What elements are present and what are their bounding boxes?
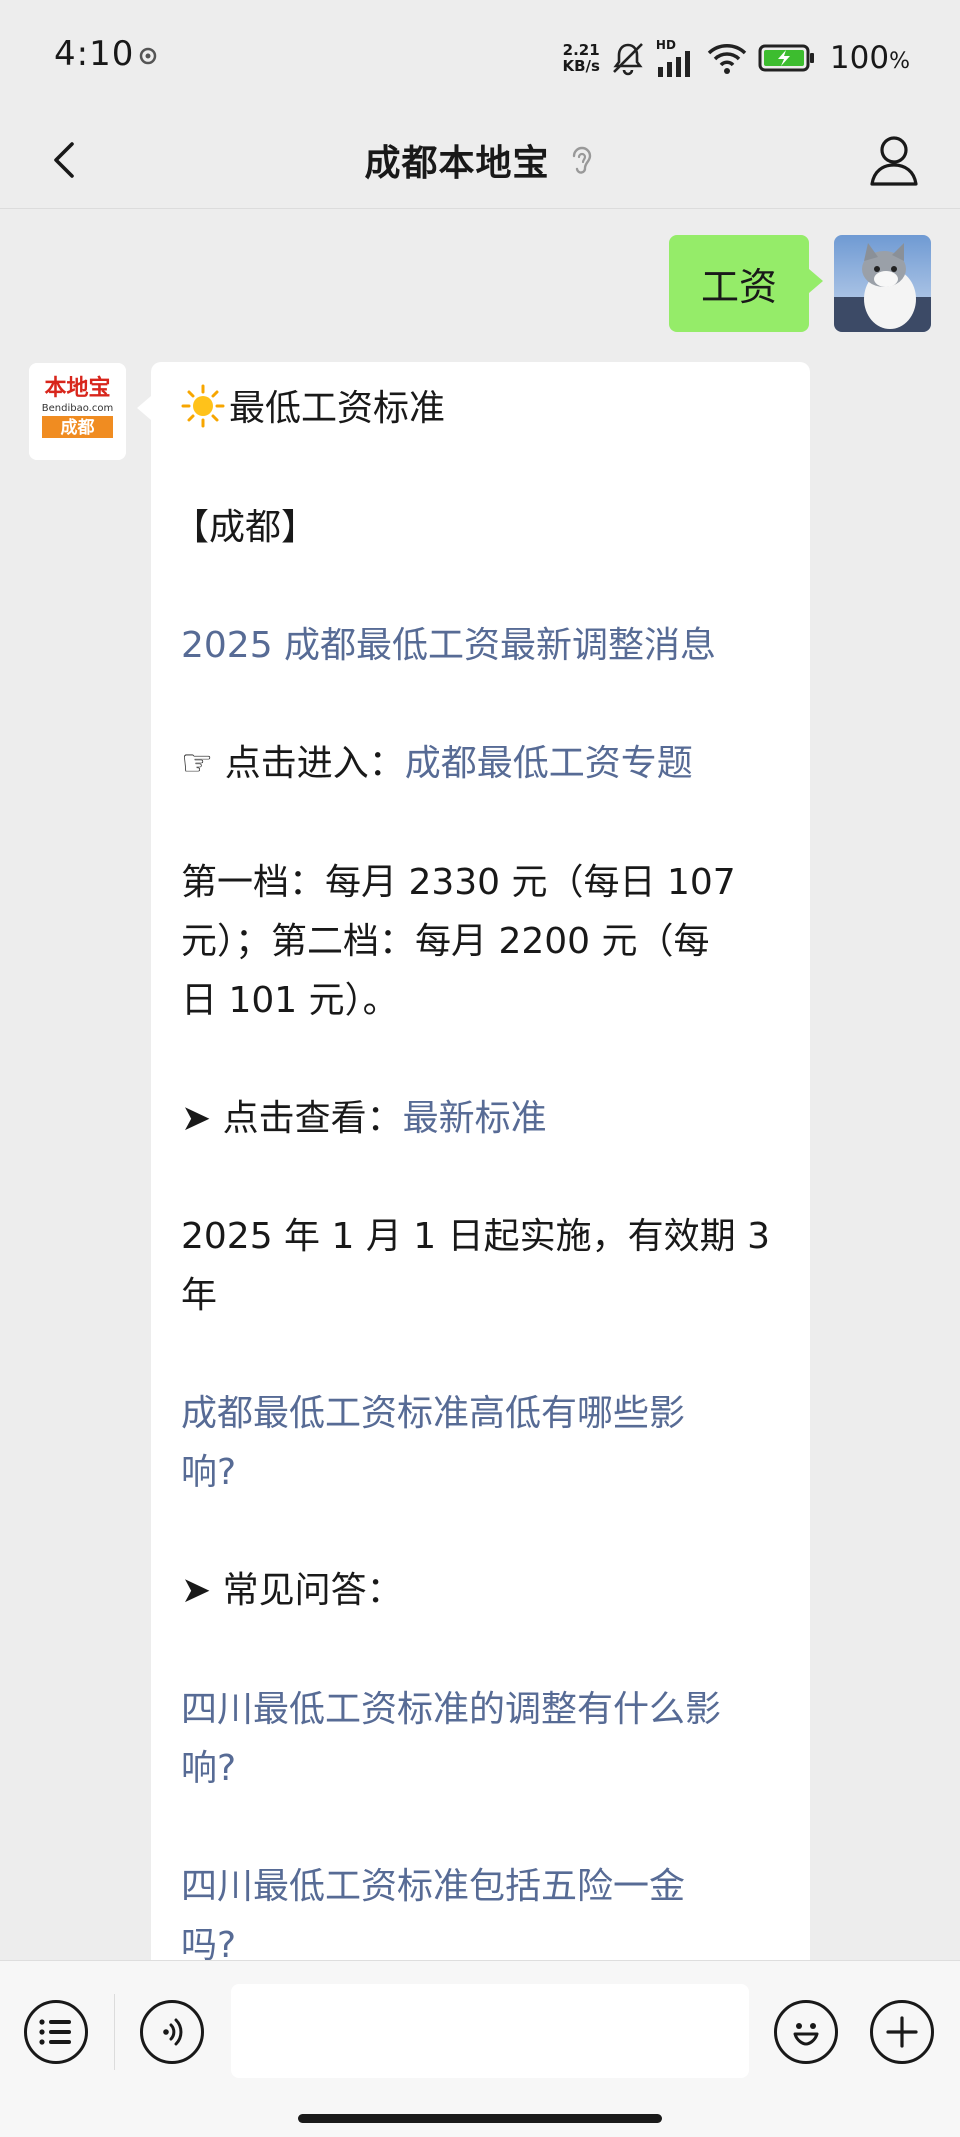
status-icons: 2.21 KB/s HD 100% [562, 36, 910, 80]
svg-text:成都: 成都 [61, 417, 95, 438]
battery-charging-icon [758, 44, 814, 72]
wage-text-line-3: 日 101 元）。 [181, 980, 399, 1021]
chat-messages[interactable]: 工资 本地宝 Bendibao.com 成都 最低工资标准 【成都】 2025 … [0, 208, 960, 1960]
plus-button[interactable] [870, 2000, 934, 2064]
standard-entry: ➤ 点击查看：最新标准 [181, 1098, 547, 1139]
menu-list-button[interactable] [24, 2000, 88, 2064]
impact-link-line-1[interactable]: 成都最低工资标准高低有哪些影 [181, 1384, 781, 1443]
faq-link-2-line-2[interactable]: 吗? [181, 1916, 781, 1960]
bot-avatar[interactable]: 本地宝 Bendibao.com 成都 [29, 363, 126, 460]
latest-standard-link[interactable]: 最新标准 [403, 1098, 547, 1139]
status-time: 4:10 [54, 34, 135, 74]
bendibao-logo: 本地宝 Bendibao.com 成都 [29, 363, 126, 460]
voice-icon [163, 2018, 183, 2046]
ear-icon [572, 146, 591, 174]
emoji-button[interactable] [774, 2000, 838, 2064]
effective-date-line-2: 年 [181, 1275, 218, 1316]
chat-title: 成都本地宝 [364, 143, 550, 184]
network-speed: 2.21 KB/s [562, 41, 600, 75]
wage-text-line-2: 元）；第二档：每月 2200 元（每 [181, 921, 710, 962]
profile-icon[interactable] [860, 126, 928, 194]
bot-message-bubble[interactable]: 最低工资标准 【成都】 2025 成都最低工资最新调整消息 ☞ 点击进入：成都最… [137, 362, 810, 1960]
divider [114, 1994, 115, 2070]
home-indicator[interactable] [298, 2114, 662, 2123]
battery-percent: 100% [829, 40, 910, 76]
title-group: 成都本地宝 [0, 112, 960, 208]
voice-button[interactable] [140, 2000, 204, 2064]
list-icon [39, 2019, 71, 2045]
faq-link-2-line-1[interactable]: 四川最低工资标准包括五险一金 [181, 1857, 781, 1916]
wage-text-line-1: 第一档：每月 2330 元（每日 107 [181, 862, 736, 903]
cellular-signal-icon: HD [656, 39, 696, 77]
faq-link-1-line-2[interactable]: 响? [181, 1739, 781, 1798]
faq-link-1-line-1[interactable]: 四川最低工资标准的调整有什么影 [181, 1680, 781, 1739]
message-heading: 最低工资标准 [181, 379, 781, 438]
input-bar [0, 1960, 960, 2137]
mute-bell-icon [613, 43, 643, 76]
user-message-text: 工资 [700, 265, 777, 309]
chat-header: 成都本地宝 [0, 112, 960, 209]
city-tag: 【成都】 [173, 507, 318, 548]
plus-icon [886, 2016, 918, 2048]
status-bar: 4:10 2.21 KB/s HD 100% [0, 0, 960, 112]
topic-entry: ☞ 点击进入：成都最低工资专题 [181, 743, 693, 784]
cat-avatar-image [834, 235, 931, 332]
faq-heading: ➤ 常见问答： [181, 1570, 403, 1611]
user-message-bubble[interactable]: 工资 [669, 235, 823, 332]
impact-link-line-2[interactable]: 响? [181, 1443, 781, 1502]
effective-date-line-1: 2025 年 1 月 1 日起实施，有效期 3 [181, 1216, 770, 1257]
svg-text:本地宝: 本地宝 [44, 375, 110, 401]
news-link[interactable]: 2025 成都最低工资最新调整消息 [181, 616, 781, 675]
wifi-icon [707, 44, 747, 74]
topic-link[interactable]: 成都最低工资专题 [405, 743, 693, 784]
message-input[interactable] [231, 1984, 749, 2078]
emoji-icon [793, 2023, 819, 2046]
notification-icon [139, 47, 157, 65]
user-avatar[interactable] [834, 235, 931, 332]
sun-icon [181, 384, 225, 428]
svg-text:Bendibao.com: Bendibao.com [42, 403, 113, 414]
